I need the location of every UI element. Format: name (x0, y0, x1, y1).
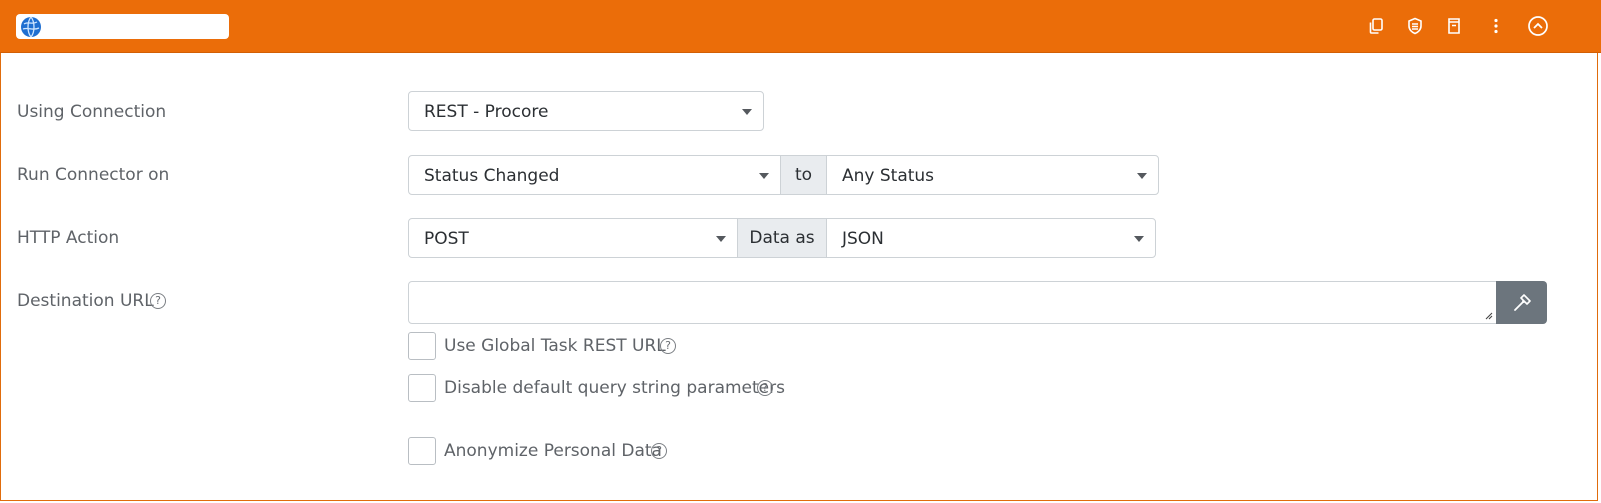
anonymize-data-checkbox[interactable] (408, 437, 436, 465)
trigger-select[interactable]: Status Changed (408, 155, 781, 195)
resize-grip-icon[interactable] (1484, 311, 1493, 320)
http-method-value: POST (424, 229, 469, 249)
destination-url-label: Destination URL (17, 291, 154, 311)
more-vertical-icon (1494, 18, 1498, 34)
use-global-task-url-label: Use Global Task REST URL (444, 336, 666, 356)
anonymize-data-label: Anonymize Personal Data (444, 441, 662, 461)
help-icon[interactable]: ? (150, 293, 166, 309)
destination-url-input[interactable] (408, 281, 1497, 324)
shield-icon (1408, 17, 1422, 35)
more-options-button[interactable] (1484, 14, 1508, 38)
connection-label: Using Connection (17, 102, 167, 122)
document-icon (1448, 18, 1460, 34)
collapse-button[interactable] (1526, 14, 1550, 38)
run-on-label: Run Connector on (17, 165, 170, 185)
data-format-value: JSON (842, 229, 884, 249)
chevron-down-icon (1134, 236, 1144, 242)
http-method-select[interactable]: POST (408, 218, 738, 258)
chevron-down-icon (759, 173, 769, 179)
help-icon[interactable]: ? (660, 338, 676, 354)
header-bar (0, 0, 1601, 53)
title-field[interactable] (16, 14, 229, 39)
disable-query-params-label: Disable default query string parameters (444, 378, 785, 398)
disable-query-params-checkbox[interactable] (408, 374, 436, 402)
collapse-up-icon (1528, 16, 1548, 36)
notes-button[interactable] (1442, 14, 1466, 38)
connection-select[interactable]: REST - Procore (408, 91, 764, 131)
security-button[interactable] (1403, 14, 1427, 38)
hammer-icon (1513, 293, 1531, 311)
help-icon[interactable]: ? (757, 380, 773, 396)
url-builder-button[interactable] (1496, 281, 1547, 324)
copy-icon (1369, 18, 1383, 34)
data-format-select[interactable]: JSON (826, 218, 1156, 258)
status-value: Any Status (842, 166, 935, 186)
use-global-task-url-checkbox[interactable] (408, 332, 436, 360)
chevron-down-icon (1137, 173, 1147, 179)
data-as-addon: Data as (737, 218, 827, 258)
globe-logo-icon (21, 16, 41, 38)
chevron-down-icon (742, 109, 752, 115)
copy-button[interactable] (1364, 14, 1388, 38)
trigger-value: Status Changed (424, 166, 560, 186)
to-addon: to (780, 155, 827, 195)
connection-value: REST - Procore (424, 102, 549, 122)
help-icon[interactable]: ? (651, 443, 667, 459)
status-select[interactable]: Any Status (826, 155, 1159, 195)
http-action-label: HTTP Action (17, 228, 120, 248)
chevron-down-icon (716, 236, 726, 242)
